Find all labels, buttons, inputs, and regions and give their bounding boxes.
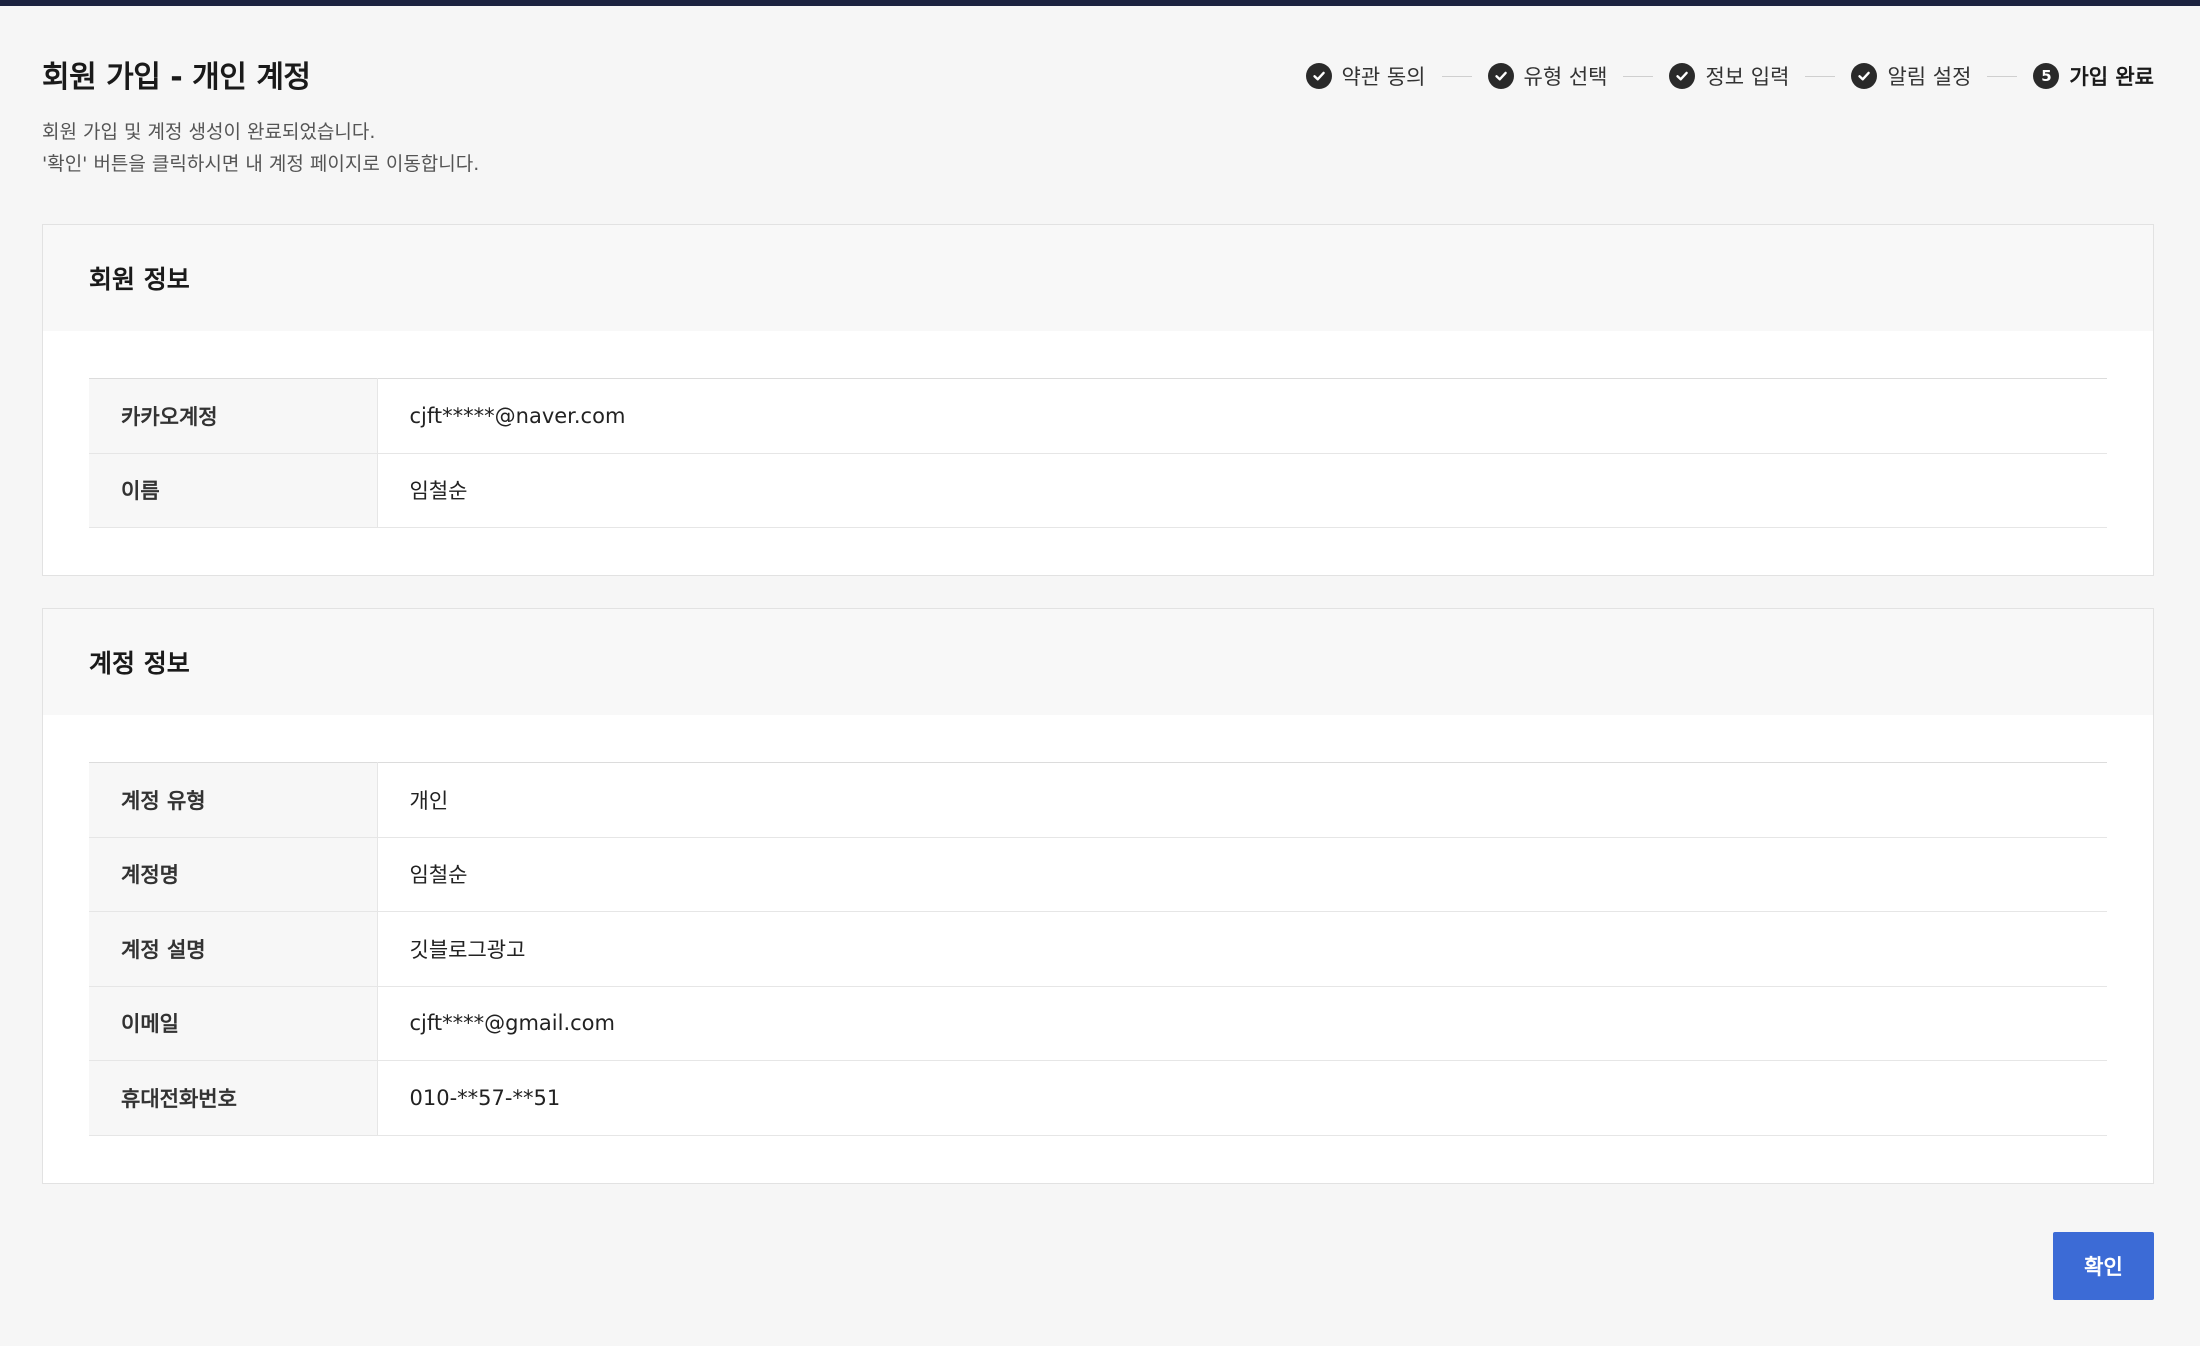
- row-label-email: 이메일: [89, 986, 378, 1061]
- account-info-table: 계정 유형 개인 계정명 임철순 계정 설명 깃블로그광고 이메일 cjft**…: [89, 762, 2107, 1136]
- member-info-table: 카카오계정 cjft*****@naver.com 이름 임철순: [89, 378, 2107, 528]
- card-title: 계정 정보: [89, 649, 190, 678]
- check-icon: [1851, 63, 1878, 89]
- step-connector: [1441, 75, 1472, 77]
- page-footer: 확인: [42, 1216, 2154, 1300]
- step-label: 유형 선택: [1523, 65, 1608, 89]
- check-icon: [1669, 63, 1696, 89]
- row-label-name: 이름: [89, 453, 378, 528]
- step-terms-agreement: 약관 동의: [1305, 61, 1426, 91]
- table-row: 이름 임철순: [89, 453, 2107, 528]
- row-label-account-description: 계정 설명: [89, 911, 378, 987]
- description-line-1: 회원 가입 및 계정 생성이 완료되었습니다.: [42, 121, 376, 143]
- row-label-kakao-account: 카카오계정: [89, 378, 378, 454]
- row-value-mobile-phone: 010-**57-**51: [377, 1060, 2107, 1136]
- member-info-card: 회원 정보 카카오계정 cjft*****@naver.com 이름 임철순: [42, 224, 2154, 576]
- step-connector: [1987, 75, 2018, 77]
- table-row: 이메일 cjft****@gmail.com: [89, 986, 2107, 1061]
- row-label-mobile-phone: 휴대전화번호: [89, 1060, 378, 1136]
- step-label: 가입 완료: [2069, 65, 2154, 89]
- signup-complete-page: 회원 가입 - 개인 계정 회원 가입 및 계정 생성이 완료되었습니다. '확…: [42, 6, 2154, 1300]
- step-notification-settings: 알림 설정: [1851, 61, 1971, 91]
- check-icon: [1487, 63, 1514, 89]
- card-header: 계정 정보: [43, 609, 2153, 715]
- step-info-input: 정보 입력: [1669, 61, 1789, 91]
- row-value-account-type: 개인: [377, 762, 2107, 838]
- table-row: 계정명 임철순: [89, 837, 2107, 912]
- card-title: 회원 정보: [89, 265, 190, 294]
- confirm-button[interactable]: 확인: [2053, 1231, 2154, 1300]
- step-label: 약관 동의: [1341, 65, 1426, 89]
- step-label: 알림 설정: [1887, 65, 1972, 89]
- row-value-email: cjft****@gmail.com: [377, 986, 2107, 1061]
- page-header: 회원 가입 - 개인 계정 회원 가입 및 계정 생성이 완료되었습니다. '확…: [42, 6, 2154, 224]
- row-value-account-description: 깃블로그광고: [377, 911, 2107, 987]
- row-value-kakao-account: cjft*****@naver.com: [377, 378, 2107, 454]
- description-line-2: '확인' 버튼을 클릭하시면 내 계정 페이지로 이동합니다.: [42, 153, 480, 175]
- page-title: 회원 가입 - 개인 계정: [42, 60, 311, 95]
- step-number-badge: 5: [2033, 63, 2060, 89]
- row-value-account-name: 임철순: [377, 837, 2107, 912]
- step-label: 정보 입력: [1705, 65, 1790, 89]
- card-body: 계정 유형 개인 계정명 임철순 계정 설명 깃블로그광고 이메일 cjft**…: [43, 715, 2153, 1183]
- signup-progress-steps: 약관 동의 유형 선택 정보 입력 알림 설정 5 가입 완료: [1305, 61, 2154, 91]
- step-type-select: 유형 선택: [1487, 61, 1608, 91]
- table-row: 카카오계정 cjft*****@naver.com: [89, 378, 2107, 454]
- card-header: 회원 정보: [43, 225, 2153, 331]
- card-body: 카카오계정 cjft*****@naver.com 이름 임철순: [43, 331, 2153, 575]
- table-row: 계정 유형 개인: [89, 762, 2107, 838]
- account-info-card: 계정 정보 계정 유형 개인 계정명 임철순 계정 설명 깃블로그광고 이메일: [42, 608, 2154, 1184]
- row-value-name: 임철순: [377, 453, 2107, 528]
- table-row: 휴대전화번호 010-**57-**51: [89, 1060, 2107, 1136]
- page-description: 회원 가입 및 계정 생성이 완료되었습니다. '확인' 버튼을 클릭하시면 내…: [42, 116, 479, 180]
- row-label-account-type: 계정 유형: [89, 762, 378, 838]
- row-label-account-name: 계정명: [89, 837, 378, 912]
- step-connector: [1623, 75, 1654, 77]
- check-icon: [1305, 63, 1332, 89]
- step-connector: [1805, 75, 1836, 77]
- table-row: 계정 설명 깃블로그광고: [89, 911, 2107, 987]
- step-signup-complete: 5 가입 완료: [2033, 61, 2154, 91]
